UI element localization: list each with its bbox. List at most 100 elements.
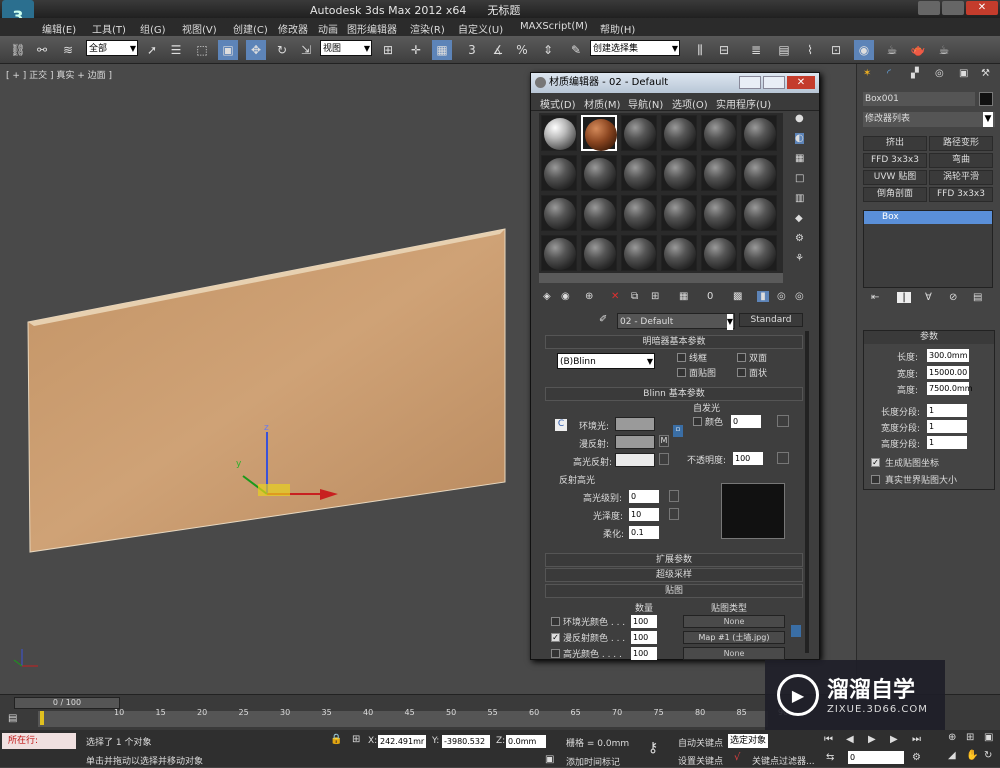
real-world-checkbox[interactable] bbox=[871, 475, 880, 484]
glossiness-input[interactable]: 10 bbox=[629, 508, 659, 521]
menu-view[interactable]: 视图(V) bbox=[182, 21, 217, 36]
ref-coord-dropdown[interactable]: 视图 ▼ bbox=[320, 40, 372, 56]
zoom-all-icon[interactable]: ⊞ bbox=[966, 732, 974, 743]
specular-map-slot-button[interactable]: None bbox=[683, 647, 785, 660]
zoom-extents-icon[interactable]: ▣ bbox=[984, 732, 993, 743]
material-sample-slot[interactable] bbox=[541, 115, 577, 151]
height-input[interactable]: 7500.0mm bbox=[927, 382, 973, 395]
menu-edit[interactable]: 编辑(E) bbox=[42, 21, 76, 36]
material-sample-slot[interactable] bbox=[581, 115, 617, 151]
display-tab-icon[interactable]: ▣ bbox=[959, 68, 968, 79]
maps-lock-icon[interactable] bbox=[791, 625, 801, 637]
blinn-basic-params-header[interactable]: Blinn 基本参数 bbox=[545, 387, 803, 401]
material-sample-slot[interactable] bbox=[581, 235, 617, 271]
me-menu-mode[interactable]: 模式(D) bbox=[540, 96, 576, 111]
material-sample-slot[interactable] bbox=[701, 115, 737, 151]
field-of-view-icon[interactable]: ◢ bbox=[948, 750, 956, 761]
menu-group[interactable]: 组(G) bbox=[140, 21, 166, 36]
copy-material-icon[interactable]: ⧉ bbox=[631, 291, 638, 302]
reset-map-icon[interactable]: ✕ bbox=[611, 291, 619, 302]
rotate-icon[interactable]: ↻ bbox=[272, 40, 292, 60]
select-by-name-icon[interactable]: ☰ bbox=[166, 40, 186, 60]
modifier-button-pathdeform[interactable]: 路径变形 bbox=[929, 136, 993, 151]
shader-basic-params-header[interactable]: 明暗器基本参数 bbox=[545, 335, 803, 349]
diffuse-map-button[interactable]: M bbox=[659, 435, 669, 447]
ambient-map-button[interactable]: None bbox=[683, 615, 785, 628]
menu-create[interactable]: 创建(C) bbox=[233, 21, 268, 36]
modifier-button-bevelprofile[interactable]: 倒角剖面 bbox=[863, 187, 927, 202]
specular-map-amount[interactable]: 100 bbox=[631, 647, 657, 660]
x-coord-input[interactable]: 242.491mr bbox=[378, 735, 426, 748]
material-sample-slot[interactable] bbox=[701, 235, 737, 271]
length-segs-input[interactable]: 1 bbox=[927, 404, 967, 417]
menu-graph-editors[interactable]: 图形编辑器 bbox=[347, 21, 397, 36]
select-by-material-icon[interactable]: ⚘ bbox=[795, 253, 804, 264]
material-sample-slot[interactable] bbox=[741, 195, 777, 231]
soften-input[interactable]: 0.1 bbox=[629, 526, 659, 539]
close-button[interactable]: ✕ bbox=[966, 1, 998, 15]
show-end-result-icon[interactable]: | bbox=[897, 292, 911, 303]
zoom-icon[interactable]: ⊕ bbox=[948, 732, 956, 743]
percent-snap-icon[interactable]: % bbox=[512, 40, 532, 60]
backlight-icon[interactable]: ◐ bbox=[795, 133, 804, 144]
material-id-icon[interactable]: 0 bbox=[707, 291, 713, 302]
next-frame-icon[interactable]: ▶ bbox=[890, 734, 898, 745]
shader-dropdown[interactable]: (B)Blinn ▼ bbox=[557, 353, 655, 369]
prev-frame-icon[interactable]: ◀ bbox=[846, 734, 854, 745]
viewport-label[interactable]: [ + ] 正交 ] 真实 + 边面 ] bbox=[6, 68, 112, 81]
move-icon[interactable]: ✥ bbox=[246, 40, 266, 60]
current-frame-input[interactable]: 0 bbox=[848, 751, 904, 764]
link-lock-icon[interactable]: ▫ bbox=[673, 425, 683, 437]
ambient-map-amount[interactable]: 100 bbox=[631, 615, 657, 628]
diffuse-map-slot-button[interactable]: Map #1 (土墙.jpg) bbox=[683, 631, 785, 644]
material-sample-slot[interactable] bbox=[701, 195, 737, 231]
edit-named-sel-icon[interactable]: ✎ bbox=[566, 40, 586, 60]
modifier-button-turbosmooth[interactable]: 涡轮平滑 bbox=[929, 170, 993, 185]
extended-params-header[interactable]: 扩展参数 bbox=[545, 553, 803, 567]
me-menu-navigation[interactable]: 导航(N) bbox=[628, 96, 663, 111]
minimize-button[interactable] bbox=[918, 1, 940, 15]
menu-help[interactable]: 帮助(H) bbox=[600, 21, 635, 36]
curve-editor-icon[interactable]: ⌇ bbox=[800, 40, 820, 60]
material-sample-slot[interactable] bbox=[661, 235, 697, 271]
sample-slots-scrollbar[interactable] bbox=[539, 273, 783, 283]
assign-to-selection-icon[interactable]: ⊕ bbox=[585, 291, 593, 302]
angle-snap-icon[interactable]: ∡ bbox=[488, 40, 508, 60]
put-to-scene-icon[interactable]: ◉ bbox=[561, 291, 570, 302]
supersampling-header[interactable]: 超级采样 bbox=[545, 568, 803, 582]
align-icon[interactable]: ⊟ bbox=[714, 40, 734, 60]
me-maximize-button[interactable] bbox=[763, 76, 785, 89]
material-sample-slot[interactable] bbox=[741, 235, 777, 271]
create-tab-icon[interactable]: ✶ bbox=[863, 68, 871, 79]
go-to-start-icon[interactable]: ⏮ bbox=[824, 734, 833, 745]
material-sample-slot[interactable] bbox=[661, 195, 697, 231]
options-icon[interactable]: ⚙ bbox=[795, 233, 804, 244]
utilities-tab-icon[interactable]: ⚒ bbox=[981, 68, 990, 79]
object-name-field[interactable]: Box001 bbox=[863, 92, 975, 106]
stack-item-box[interactable]: Box bbox=[864, 211, 992, 224]
material-editor-titlebar[interactable]: 材质编辑器 - 02 - Default ✕ bbox=[531, 73, 819, 93]
rendered-frame-icon[interactable]: 🫖 bbox=[908, 40, 928, 60]
bind-spacewarp-icon[interactable]: ≋ bbox=[58, 40, 78, 60]
time-slider[interactable]: 0 / 100 bbox=[14, 697, 120, 709]
lock-ambient-diffuse-icon[interactable]: C bbox=[555, 419, 567, 431]
face-map-checkbox[interactable] bbox=[677, 368, 686, 377]
key-filters-button[interactable]: 关键点过滤器... bbox=[752, 754, 815, 767]
go-forward-sibling-icon[interactable]: ◎ bbox=[795, 291, 804, 302]
length-input[interactable]: 300.0mm bbox=[927, 349, 969, 362]
menu-tools[interactable]: 工具(T) bbox=[92, 21, 126, 36]
get-material-icon[interactable]: ◈ bbox=[543, 291, 551, 302]
maps-header[interactable]: 贴图 bbox=[545, 584, 803, 598]
self-illum-color-checkbox[interactable] bbox=[693, 417, 702, 426]
hierarchy-tab-icon[interactable]: ▞ bbox=[911, 68, 919, 79]
self-illum-input[interactable]: 0 bbox=[731, 415, 761, 428]
auto-key-button[interactable]: 自动关键点 bbox=[678, 736, 723, 749]
current-frame-marker[interactable] bbox=[40, 711, 44, 725]
ambient-swatch[interactable] bbox=[615, 417, 655, 431]
show-map-icon[interactable]: ▩ bbox=[733, 291, 742, 302]
mirror-icon[interactable]: ⫼ bbox=[690, 40, 710, 60]
me-close-button[interactable]: ✕ bbox=[787, 76, 815, 89]
menu-maxscript[interactable]: MAXScript(M) bbox=[520, 21, 588, 32]
rollout-scrollbar[interactable] bbox=[805, 331, 809, 653]
width-input[interactable]: 15000.00 bbox=[927, 366, 969, 379]
